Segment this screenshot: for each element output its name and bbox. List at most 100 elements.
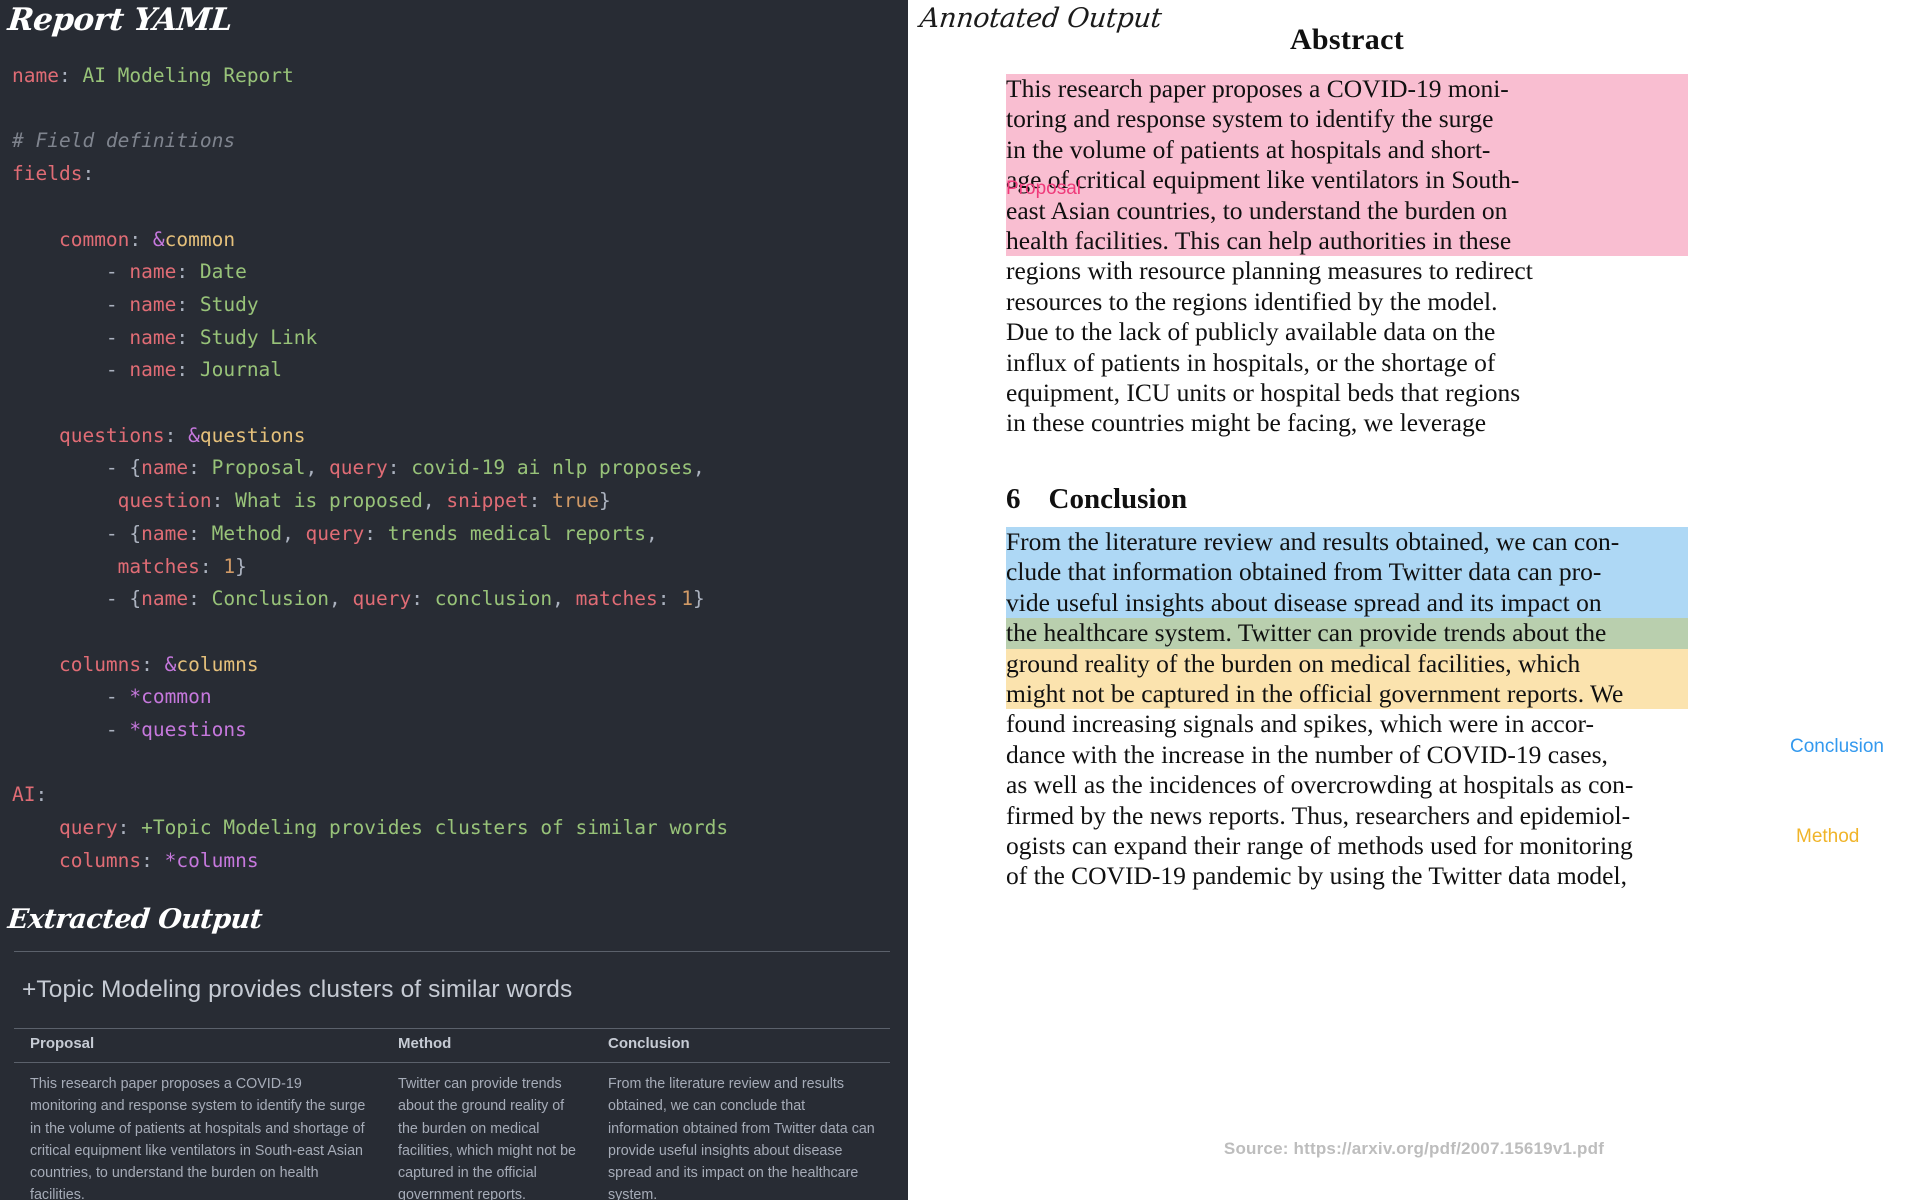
conclusion-overlap-line: the healthcare system. Twitter can provi… — [1006, 618, 1688, 649]
yaml-comma-7: , — [552, 587, 576, 611]
abstract-line-7: resources to the regions identified by t… — [1006, 286, 1498, 316]
yaml-brace-6: } — [693, 587, 705, 611]
yaml-colon-9: : — [188, 456, 212, 480]
yaml-ai-columns-key: columns — [58, 848, 142, 872]
yaml-columns-item-0: *common — [129, 685, 212, 709]
table-row: This research paper proposes a COVID-19 … — [14, 1063, 890, 1200]
yaml-q3-name-value: Conclusion — [211, 587, 330, 611]
yaml-dash-8: - — [105, 685, 130, 709]
yaml-q2-query-value: trends medical reports — [387, 521, 647, 545]
yaml-item-key-3: name — [129, 325, 177, 349]
yaml-colon-17: : — [411, 587, 435, 611]
yaml-dash-7: - — [105, 587, 130, 611]
conclusion-line-11: of the COVID-19 pandemic by using the Tw… — [1006, 861, 1627, 891]
abstract-line-6: regions with resource planning measures … — [1006, 256, 1533, 286]
yaml-q1-snippet-key: snippet — [446, 489, 529, 513]
yaml-colon-4: : — [176, 260, 200, 284]
report-yaml-panel: Report YAML name: AI Modeling Report # F… — [0, 0, 908, 1200]
yaml-questions-anchor: questions — [199, 423, 306, 447]
yaml-colon-19: : — [141, 652, 165, 676]
conclusion-yellow-line-0: ground reality of the burden on medical … — [1006, 648, 1688, 679]
yaml-q1-query-key: query — [329, 456, 388, 480]
yaml-q2-matches-key: matches — [117, 554, 200, 578]
yaml-comma-1: , — [305, 456, 330, 480]
yaml-colon-6: : — [176, 325, 200, 349]
annotation-label-proposal: Proposal — [1006, 178, 1081, 199]
yaml-colon-22: : — [141, 848, 165, 872]
conclusion-blue-line-0: From the literature review and results o… — [1006, 526, 1688, 558]
yaml-dash-3: - — [105, 325, 130, 349]
yaml-columns-item-1: *questions — [129, 718, 247, 742]
yaml-comment: # Field definitions — [12, 129, 236, 153]
yaml-q3-name-key: name — [141, 587, 189, 611]
yaml-comma-5: , — [646, 521, 658, 545]
conclusion-blue-line-2: vide useful insights about disease sprea… — [1006, 587, 1688, 619]
table-cell-proposal: This research paper proposes a COVID-19 … — [30, 1076, 366, 1200]
yaml-colon-16: : — [188, 587, 212, 611]
annotation-label-conclusion: Conclusion — [1790, 736, 1884, 757]
yaml-brace-2: } — [599, 489, 611, 513]
extracted-output-query: +Topic Modeling provides clusters of sim… — [22, 976, 573, 1003]
yaml-q2-name-key: name — [141, 521, 189, 545]
yaml-q1-query-value: covid-19 ai nlp proposes — [411, 456, 693, 480]
abstract-paragraph: This research paper proposes a COVID-19 … — [1006, 74, 1688, 439]
yaml-colon-12: : — [528, 489, 553, 513]
yaml-columns-anchor: columns — [176, 652, 259, 676]
conclusion-line-8: as well as the incidences of overcrowdin… — [1006, 770, 1634, 800]
yaml-colon-15: : — [199, 554, 224, 578]
yaml-dash-1: - — [105, 260, 130, 284]
yaml-colon-13: : — [188, 521, 212, 545]
abstract-line-10: equipment, ICU units or hospital beds th… — [1006, 378, 1521, 408]
yaml-item-key-4: name — [129, 358, 177, 382]
yaml-comma-4: , — [282, 521, 306, 545]
abstract-heading: Abstract — [1289, 23, 1405, 56]
yaml-colon-20: : — [35, 783, 48, 807]
yaml-name-value: AI Modeling Report — [82, 64, 294, 87]
yaml-brace-1: { — [129, 456, 142, 480]
conclusion-line-10: ogists can expand their range of methods… — [1006, 830, 1633, 860]
abstract-hl-line-1: toring and response system to identify t… — [1006, 104, 1688, 135]
yaml-colon-14: : — [364, 521, 388, 545]
yaml-colon-1: : — [58, 64, 83, 87]
table-header-method: Method — [382, 1028, 592, 1063]
yaml-ai-columns-value: *columns — [164, 848, 259, 872]
conclusion-blue-line-1: clude that information obtained from Twi… — [1006, 557, 1688, 588]
yaml-q3-query-value: conclusion — [434, 587, 553, 611]
yaml-common-anchor: common — [164, 227, 236, 251]
yaml-comma-3: , — [422, 489, 447, 513]
yaml-dash-5: - — [105, 456, 130, 480]
abstract-hl-line-4: east Asian countries, to understand the … — [1006, 195, 1688, 227]
yaml-q2-matches-value: 1 — [223, 554, 236, 578]
report-yaml-title: Report YAML — [6, 2, 234, 38]
yaml-colon-11: : — [211, 489, 236, 513]
yaml-colon-18: : — [657, 587, 682, 611]
conclusion-section-number: 6 — [1006, 482, 1021, 515]
yaml-q1-question-key: question — [117, 489, 212, 513]
yaml-columns-key: columns — [58, 652, 142, 676]
abstract-line-11: in these countries might be facing, we l… — [1006, 408, 1487, 438]
yaml-dash-2: - — [105, 292, 130, 316]
yaml-brace-4: } — [235, 554, 247, 578]
extracted-output-title: Extracted Output — [6, 904, 264, 935]
extracted-output-table-wrap: Proposal Method Conclusion This research… — [14, 1028, 890, 1200]
yaml-q1-question-value: What is proposed — [235, 489, 423, 513]
yaml-dash-9: - — [105, 718, 130, 742]
yaml-comma-6: , — [329, 587, 353, 611]
table-body: This research paper proposes a COVID-19 … — [14, 1063, 890, 1200]
yaml-questions-key: questions — [58, 423, 165, 447]
yaml-colon-10: : — [387, 456, 412, 480]
table-cell-conclusion: From the literature review and results o… — [608, 1076, 875, 1200]
yaml-q3-matches-key: matches — [575, 587, 658, 611]
yaml-comma-2: , — [692, 456, 705, 480]
extracted-output-divider — [14, 951, 890, 952]
app-root: Report YAML name: AI Modeling Report # F… — [0, 0, 1920, 1200]
yaml-name-key: name — [12, 64, 59, 87]
source-note: Source: https://arxiv.org/pdf/2007.15619… — [1223, 1139, 1605, 1158]
abstract-hl-line-3: age of critical equipment like ventilato… — [1006, 165, 1688, 196]
yaml-ai-query-value: +Topic Modeling provides clusters of sim… — [141, 816, 729, 840]
yaml-colon-2: : — [82, 162, 95, 186]
extracted-output-table: Proposal Method Conclusion This research… — [14, 1028, 890, 1200]
yaml-colon-3: : — [129, 227, 153, 251]
yaml-q1-name-value: Proposal — [211, 456, 306, 480]
abstract-line-8: Due to the lack of publicly available da… — [1006, 317, 1496, 347]
